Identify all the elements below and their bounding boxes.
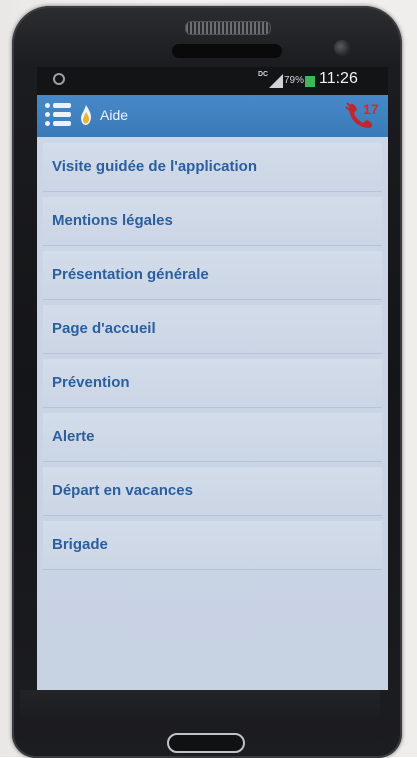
network-type-label: DC: [258, 71, 269, 78]
help-item-label: Visite guidée de l'application: [52, 158, 258, 175]
emergency-number[interactable]: 17: [363, 101, 379, 117]
front-camera: [334, 40, 350, 56]
app-bar: Aide 17: [37, 95, 388, 137]
battery-percent: 79%: [284, 75, 305, 86]
clock: 11:26: [319, 70, 358, 87]
help-item-prevention[interactable]: Prévention: [43, 359, 382, 407]
home-button[interactable]: [167, 733, 245, 753]
help-item-page-accueil[interactable]: Page d'accueil: [43, 305, 382, 353]
help-item-presentation-generale[interactable]: Présentation générale: [43, 251, 382, 299]
help-item-brigade[interactable]: Brigade: [43, 521, 382, 569]
help-item-label: Mentions légales: [52, 212, 173, 229]
help-item-depart-vacances[interactable]: Départ en vacances: [43, 467, 382, 515]
sync-icon: [53, 73, 65, 85]
help-item-label: Prévention: [52, 374, 130, 391]
page-title: Aide: [100, 107, 129, 123]
help-item-mentions-legales[interactable]: Mentions légales: [43, 197, 382, 245]
photo-background: DC 79% 11:26 Aide 17 Visite guidée de l'…: [0, 0, 417, 758]
menu-icon[interactable]: [45, 103, 71, 127]
help-item-label: Brigade: [52, 536, 108, 553]
earpiece-speaker: [185, 21, 271, 35]
help-item-visite-guidee[interactable]: Visite guidée de l'application: [43, 143, 382, 191]
help-item-label: Page d'accueil: [52, 320, 156, 337]
battery-icon: [305, 76, 315, 87]
bezel-gloss: [20, 690, 380, 720]
phone-screen: DC 79% 11:26 Aide 17 Visite guidée de l'…: [37, 67, 388, 690]
help-item-label: Alerte: [52, 428, 95, 445]
help-item-label: Départ en vacances: [52, 482, 193, 499]
status-bar: DC 79% 11:26: [37, 67, 388, 95]
flame-icon: [81, 105, 91, 125]
help-item-alerte[interactable]: Alerte: [43, 413, 382, 461]
help-item-label: Présentation générale: [52, 266, 209, 283]
signal-icon: [269, 74, 283, 88]
sensor-strip: [172, 44, 282, 58]
help-menu-list: Visite guidée de l'application Mentions …: [43, 143, 382, 575]
